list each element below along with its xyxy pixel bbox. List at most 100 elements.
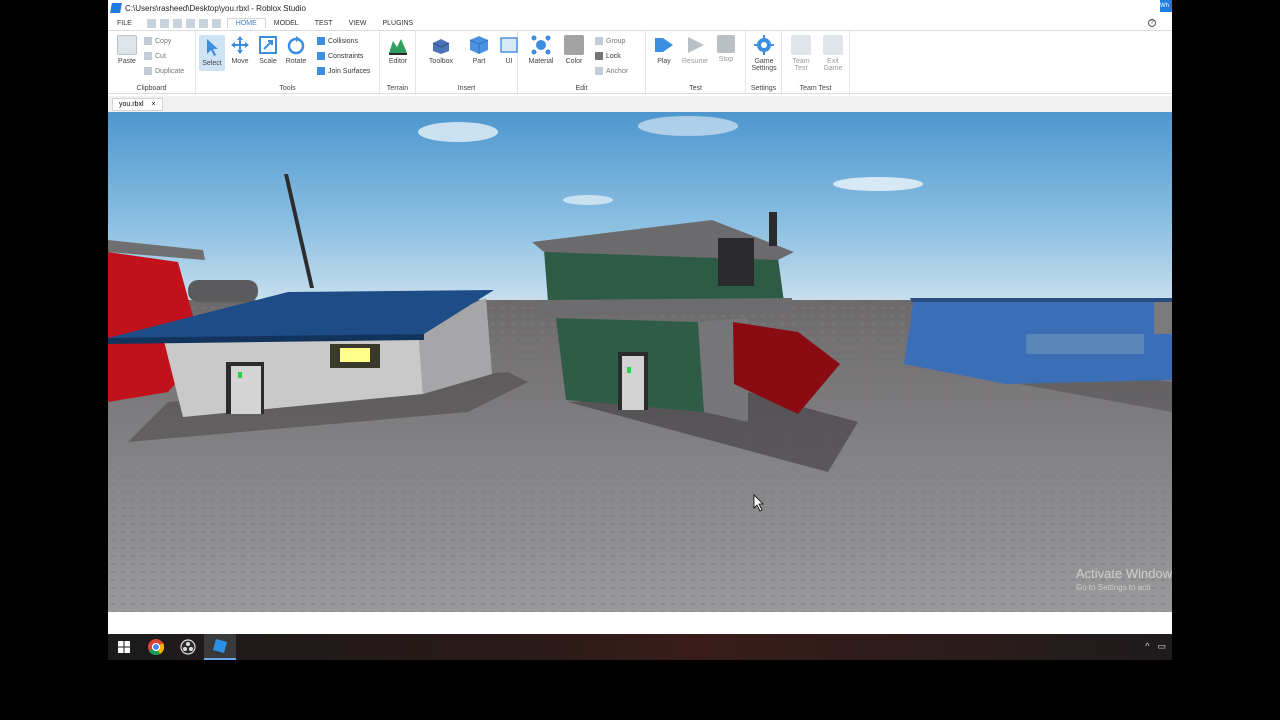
resume-button[interactable]: Resume (682, 35, 708, 65)
door (231, 366, 261, 414)
exit-game-button[interactable]: Exit Game (820, 35, 846, 72)
watermark-subtitle: Go to Settings to acti (1076, 583, 1151, 592)
select-button[interactable]: Select (199, 35, 225, 71)
join-surfaces-icon (317, 67, 325, 75)
duplicate-button[interactable]: Duplicate (144, 67, 184, 75)
test-group: Play Resume Stop Test (646, 31, 746, 95)
window-light (340, 348, 370, 362)
team-test-icon (791, 35, 811, 55)
test-group-label: Test (689, 85, 702, 92)
stop-icon[interactable] (198, 18, 208, 28)
join-surfaces-label: Join Surfaces (328, 67, 371, 75)
help-icon[interactable]: ? (1148, 19, 1156, 27)
edit-group: Material Color Group Lock Anchor Edit (518, 31, 646, 95)
material-icon (531, 35, 551, 55)
color-label: Color (565, 58, 583, 65)
tab-view[interactable]: VIEW (341, 19, 375, 28)
part-button[interactable]: Part (466, 35, 492, 65)
3d-viewport[interactable]: Activate Window Go to Settings to acti (108, 112, 1172, 612)
quick-access-toolbar (146, 18, 221, 28)
publish-icon[interactable] (185, 18, 195, 28)
resume-icon (688, 37, 704, 53)
tools-group: Select Move Scale Rotate Collisions Cons… (196, 31, 380, 95)
color-button[interactable]: Color (561, 35, 587, 65)
edit-group-label: Edit (575, 85, 588, 92)
team-test-group-label: Team Test (799, 85, 832, 92)
cloud (418, 122, 498, 142)
game-settings-label-2: Settings (751, 65, 777, 72)
taskbar: ^ ▭ (108, 634, 1172, 660)
chevron-up-icon[interactable]: ^ (1145, 641, 1149, 652)
material-button[interactable]: Material (528, 35, 554, 65)
cut-label: Cut (155, 52, 166, 60)
team-test-button[interactable]: Team Test (788, 35, 814, 72)
roblox-studio-window: C:\Users\rasheed\Desktop\you.rbxl - Robl… (108, 0, 1172, 660)
vent (718, 238, 754, 286)
rotate-icon (287, 36, 305, 55)
obs-taskbar-button[interactable] (172, 634, 204, 660)
collisions-label: Collisions (328, 37, 358, 45)
tab-home[interactable]: HOME (226, 18, 266, 28)
clipboard-group-label: Clipboard (136, 85, 167, 92)
door (622, 356, 644, 410)
toolbox-button[interactable]: Toolbox (428, 35, 454, 65)
move-label: Move (231, 58, 249, 65)
tab-model[interactable]: MODEL (266, 19, 307, 28)
scale-label: Scale (259, 58, 277, 65)
anchor-button[interactable]: Anchor (595, 67, 628, 75)
play-icon (655, 38, 673, 52)
cut-button[interactable]: Cut (144, 52, 166, 60)
output-strip (108, 612, 1172, 634)
terrain-group: Editor Terrain (380, 31, 416, 95)
start-button[interactable] (108, 634, 140, 660)
team-test-label-1: Team (792, 58, 810, 65)
edge-tab[interactable]: Wh (1160, 0, 1172, 12)
duplicate-label: Duplicate (155, 67, 185, 75)
game-settings-button[interactable]: Game Settings (751, 35, 777, 72)
roblox-studio-taskbar-button[interactable] (204, 634, 236, 660)
join-surfaces-toggle[interactable]: Join Surfaces (317, 67, 370, 75)
new-icon[interactable] (146, 18, 156, 28)
terrain-editor-button[interactable]: Editor (385, 35, 411, 65)
door-light (627, 367, 631, 373)
chrome-icon (148, 639, 164, 655)
settings-group-label: Settings (750, 85, 777, 92)
lock-button[interactable]: Lock (595, 52, 621, 60)
obs-icon (180, 639, 196, 655)
play-button[interactable]: Play (651, 35, 677, 65)
paste-label: Paste (118, 58, 136, 65)
exit-game-label-1: Exit (827, 58, 839, 65)
network-icon[interactable]: ▭ (1157, 641, 1166, 652)
title-bar: C:\Users\rasheed\Desktop\you.rbxl - Robl… (108, 0, 1172, 16)
copy-label: Copy (155, 37, 172, 45)
collisions-icon (317, 37, 325, 45)
blue-windows (1026, 334, 1144, 354)
group-button[interactable]: Group (595, 37, 625, 45)
close-tab-icon[interactable]: × (152, 101, 156, 108)
customize-icon[interactable] (211, 18, 221, 28)
chrome-taskbar-button[interactable] (140, 634, 172, 660)
collisions-toggle[interactable]: Collisions (317, 37, 358, 45)
paste-button[interactable]: Paste (114, 35, 140, 65)
part-cube-icon (469, 36, 489, 54)
rotate-button[interactable]: Rotate (283, 35, 309, 65)
chimney (769, 212, 777, 246)
document-tab[interactable]: you.rbxl × (112, 98, 163, 111)
constraints-toggle[interactable]: Constraints (317, 52, 363, 60)
scale-button[interactable]: Scale (255, 35, 281, 65)
toolbox-label: Toolbox (428, 58, 454, 65)
tab-test[interactable]: TEST (307, 19, 341, 28)
part-label: Part (472, 58, 486, 65)
tank-right (1154, 302, 1172, 334)
redo-icon[interactable] (172, 18, 182, 28)
move-button[interactable]: Move (227, 35, 253, 65)
undo-icon[interactable] (159, 18, 169, 28)
copy-button[interactable]: Copy (144, 37, 171, 45)
file-menu[interactable]: FILE (108, 19, 141, 27)
menu-bar: FILE HOME MODEL TEST VIEW PLUGINS ? (108, 16, 1172, 30)
stop-button[interactable]: Stop (713, 35, 739, 63)
gear-icon (754, 35, 774, 55)
insert-group: Toolbox Part UI Insert (416, 31, 518, 95)
exit-game-icon (823, 35, 843, 55)
tab-plugins[interactable]: PLUGINS (374, 19, 421, 28)
